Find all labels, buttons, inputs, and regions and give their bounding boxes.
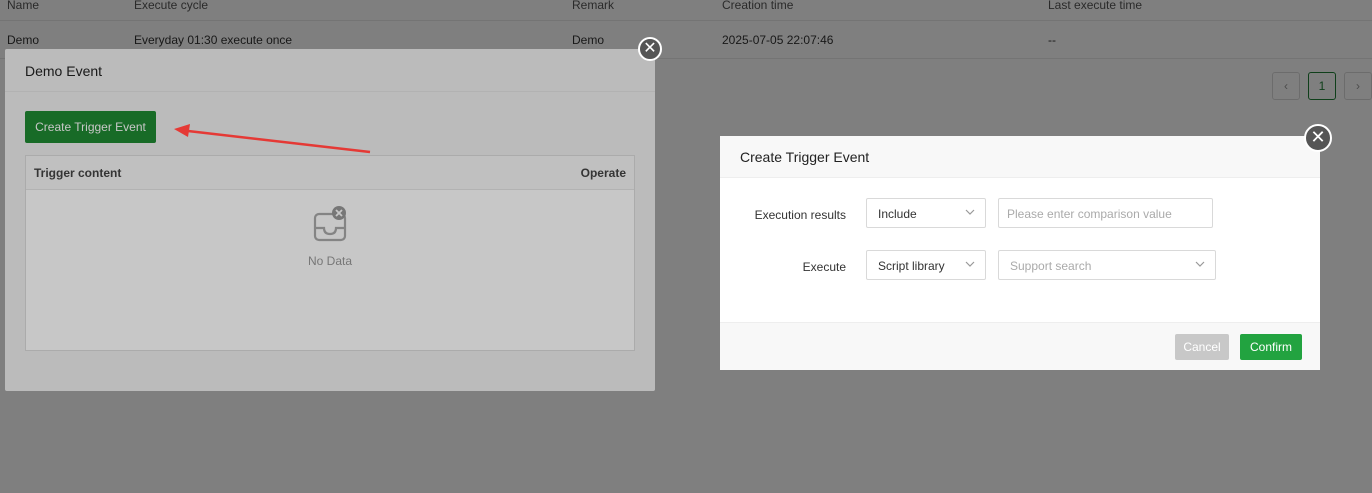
execution-results-select[interactable]: Include (866, 198, 986, 228)
execution-results-label: Execution results (754, 208, 846, 222)
comparison-value-placeholder: Please enter comparison value (1007, 207, 1172, 221)
script-search-placeholder: Support search (1010, 259, 1092, 273)
dialog-footer: Cancel Confirm (720, 322, 1320, 370)
dialog-header: Create Trigger Event (720, 136, 1320, 178)
cancel-button[interactable]: Cancel (1175, 334, 1229, 360)
execute-type-select[interactable]: Script library (866, 250, 986, 280)
script-search-select[interactable]: Support search (998, 250, 1216, 280)
dialog-title: Create Trigger Event (740, 149, 870, 165)
execution-results-value: Include (878, 207, 917, 221)
confirm-button[interactable]: Confirm (1240, 334, 1302, 360)
create-trigger-event-dialog: Create Trigger Event Execution results I… (720, 136, 1320, 370)
execute-label: Execute (802, 260, 846, 274)
chevron-down-icon (965, 209, 975, 215)
chevron-down-icon (1195, 261, 1205, 267)
comparison-value-input[interactable]: Please enter comparison value (998, 198, 1213, 228)
chevron-down-icon (965, 261, 975, 267)
execute-type-value: Script library (878, 259, 945, 273)
close-icon[interactable]: ✕ (1304, 124, 1332, 152)
